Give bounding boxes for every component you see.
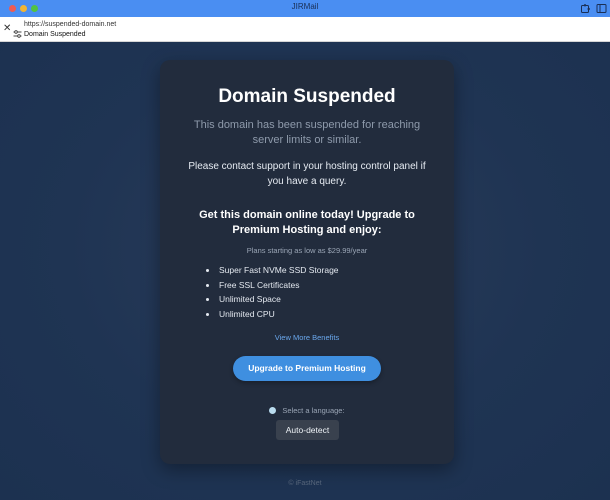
feature-item: Unlimited CPU <box>206 307 339 322</box>
window-titlebar: JIRMail <box>0 0 610 17</box>
price-note: Plans starting as low as $29.99/year <box>246 246 368 255</box>
app-title: JIRMail <box>291 2 319 11</box>
feature-list: Super Fast NVMe SSD Storage Free SSL Cer… <box>206 263 339 321</box>
footer-copyright: © iFastNet <box>288 480 322 487</box>
url-bar: ✕ https://suspended-domain.net Domain Su… <box>0 17 610 42</box>
language-select[interactable]: Auto-detect <box>276 420 339 440</box>
url-text[interactable]: https://suspended-domain.net <box>24 21 116 29</box>
globe-icon <box>269 406 277 414</box>
upgrade-button[interactable]: Upgrade to Premium Hosting <box>233 356 381 381</box>
feature-item: Free SSL Certificates <box>206 278 339 293</box>
feature-item: Unlimited Space <box>206 292 339 307</box>
puzzle-icon[interactable] <box>580 3 591 14</box>
suspended-card: Domain Suspended This domain has been su… <box>160 60 454 464</box>
page-background: Domain Suspended This domain has been su… <box>0 42 610 500</box>
suspension-message: This domain has been suspended for reach… <box>193 119 421 146</box>
sidebar-icon[interactable] <box>596 3 607 14</box>
promo-heading: Get this domain online today! Upgrade to… <box>199 209 415 236</box>
site-settings-icon[interactable] <box>13 25 22 43</box>
close-icon[interactable]: ✕ <box>3 24 11 34</box>
view-more-benefits-link[interactable]: View More Benefits <box>160 333 454 342</box>
page-title: Domain Suspended <box>218 86 396 107</box>
feature-item: Super Fast NVMe SSD Storage <box>206 263 339 278</box>
contact-message: Please contact support in your hosting c… <box>188 161 426 187</box>
language-label: Select a language: <box>282 406 345 415</box>
tab-page-title: Domain Suspended <box>24 31 86 38</box>
language-row: Select a language: <box>160 406 454 415</box>
